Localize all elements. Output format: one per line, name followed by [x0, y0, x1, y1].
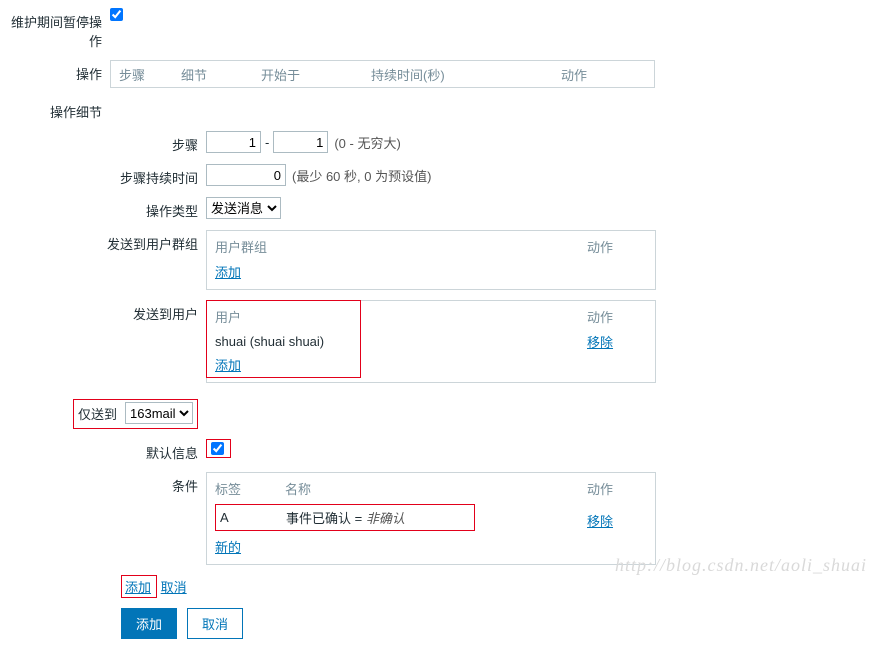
pause-checkbox[interactable] — [110, 8, 123, 21]
conditions-panel: 标签 名称 动作 A 事件已确认 = 非确认 移除 新的 — [206, 472, 656, 565]
tab-details[interactable]: 细节 — [181, 65, 261, 84]
cond-tag-value: A — [220, 510, 286, 525]
pause-label: 维护期间暂停操作 — [6, 8, 110, 50]
steps-to-input[interactable] — [273, 131, 328, 153]
ops-tabs: 步骤 细节 开始于 持续时间(秒) 动作 — [110, 60, 655, 88]
default-msg-wrap — [206, 439, 231, 458]
add-button[interactable]: 添加 — [121, 608, 177, 639]
send-group-add-link[interactable]: 添加 — [215, 265, 241, 280]
cond-new-link[interactable]: 新的 — [215, 540, 241, 555]
tab-steps[interactable]: 步骤 — [111, 65, 181, 84]
conditions-label: 条件 — [6, 472, 206, 495]
inline-cancel-link[interactable]: 取消 — [161, 580, 187, 595]
steps-label: 步骤 — [6, 131, 206, 154]
default-msg-checkbox[interactable] — [211, 442, 224, 455]
cond-col-tag: 标签 — [215, 479, 285, 498]
op-type-label: 操作类型 — [6, 197, 206, 220]
send-group-label: 发送到用户群组 — [6, 230, 206, 253]
op-type-select[interactable]: 发送消息 — [206, 197, 281, 219]
cond-remove-link[interactable]: 移除 — [587, 514, 613, 529]
step-duration-hint: (最少 60 秒, 0 为预设值) — [292, 166, 431, 185]
cond-col-name: 名称 — [285, 479, 587, 498]
send-user-panel: 用户 动作 shuai (shuai shuai) 移除 添加 — [206, 300, 656, 383]
steps-dash: - — [265, 135, 269, 150]
default-msg-label: 默认信息 — [6, 439, 206, 462]
only-to-label: 仅送到 — [78, 404, 117, 423]
send-group-col-left: 用户群组 — [215, 237, 587, 256]
ops-label: 操作 — [6, 60, 110, 83]
cond-row: A 事件已确认 = 非确认 — [215, 504, 475, 531]
details-label: 操作细节 — [6, 98, 110, 121]
send-group-col-right: 动作 — [587, 237, 647, 256]
cancel-button[interactable]: 取消 — [187, 608, 243, 639]
send-user-col-left: 用户 — [215, 307, 587, 326]
steps-from-input[interactable] — [206, 131, 261, 153]
send-user-add-link[interactable]: 添加 — [215, 358, 241, 373]
tab-start[interactable]: 开始于 — [261, 65, 371, 84]
send-group-panel: 用户群组 动作 添加 — [206, 230, 656, 290]
step-duration-input[interactable] — [206, 164, 286, 186]
send-user-label: 发送到用户 — [6, 300, 206, 323]
send-user-col-right: 动作 — [587, 307, 647, 326]
inline-add-link[interactable]: 添加 — [125, 580, 151, 595]
cond-name-value: 事件已确认 = 非确认 — [286, 508, 470, 527]
tab-action[interactable]: 动作 — [561, 65, 587, 84]
send-user-remove-link[interactable]: 移除 — [587, 335, 613, 350]
steps-hint: (0 - 无穷大) — [334, 133, 400, 152]
step-duration-label: 步骤持续时间 — [6, 164, 206, 187]
only-to-select[interactable]: 163mail — [125, 402, 193, 424]
send-user-value: shuai (shuai shuai) — [215, 334, 587, 349]
cond-col-action: 动作 — [587, 479, 647, 498]
tab-duration[interactable]: 持续时间(秒) — [371, 65, 561, 84]
only-to-wrap: 仅送到 163mail — [73, 399, 198, 429]
